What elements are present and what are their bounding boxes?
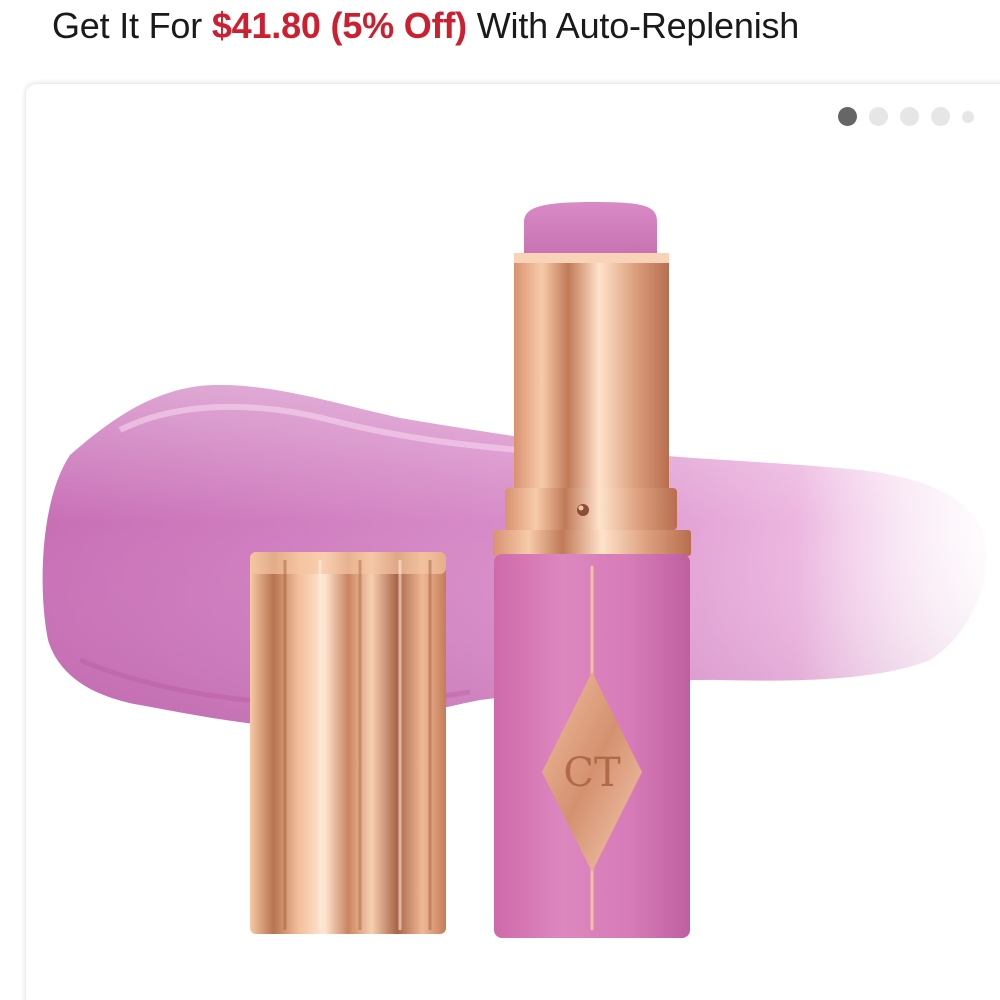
product-photo[interactable]: CT [0, 0, 1000, 1000]
carousel-dot-5-overlay[interactable] [962, 110, 974, 123]
product-page: Get It For $41.80 (5% Off) With Auto-Rep… [0, 0, 1000, 1000]
lipstick-cap [250, 552, 446, 934]
stick-sleeve [493, 253, 691, 556]
carousel-dot-1-overlay[interactable] [838, 107, 857, 126]
carousel-pagination-overlay [838, 107, 974, 126]
ct-monogram-icon: CT [563, 750, 621, 796]
carousel-dot-4-overlay[interactable] [931, 107, 950, 126]
carousel-dot-2-overlay[interactable] [869, 107, 888, 126]
stick-body: CT [494, 554, 690, 938]
carousel-dot-3-overlay[interactable] [900, 107, 919, 126]
blush-stick-tip [524, 202, 657, 255]
